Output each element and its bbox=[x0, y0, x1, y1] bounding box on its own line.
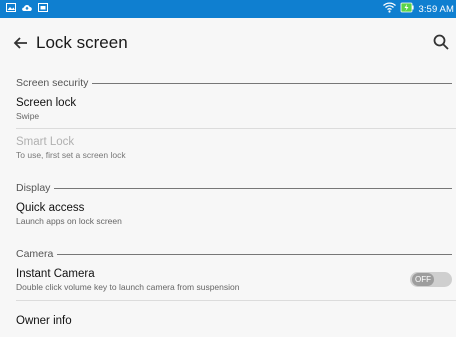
section-header-display: Display bbox=[16, 178, 456, 194]
sim-icon bbox=[38, 3, 48, 15]
status-right-icons: 3:59 AM bbox=[383, 2, 454, 16]
search-icon[interactable] bbox=[432, 33, 450, 51]
setting-quick-access[interactable]: Quick access Launch apps on lock screen bbox=[16, 202, 456, 226]
setting-subtitle: To use, first set a screen lock bbox=[16, 150, 126, 160]
section-divider bbox=[16, 254, 452, 255]
setting-title: Instant Camera bbox=[16, 268, 95, 280]
section-header-screen-security: Screen security bbox=[16, 73, 456, 89]
wifi-icon bbox=[383, 2, 397, 16]
setting-owner-info[interactable]: Owner info bbox=[16, 315, 456, 327]
instant-camera-toggle[interactable]: OFF bbox=[410, 272, 452, 287]
setting-screen-lock[interactable]: Screen lock Swipe bbox=[16, 97, 456, 121]
status-bar: 3:59 AM bbox=[0, 0, 456, 18]
setting-title: Smart Lock bbox=[16, 136, 75, 148]
section-label: Screen security bbox=[16, 77, 93, 89]
section-divider bbox=[16, 188, 452, 189]
status-left-icons bbox=[6, 3, 48, 15]
setting-title: Quick access bbox=[16, 202, 85, 214]
setting-title: Screen lock bbox=[16, 97, 77, 109]
gallery-icon bbox=[6, 3, 16, 15]
setting-subtitle: Swipe bbox=[16, 111, 40, 121]
toggle-knob: OFF bbox=[412, 273, 434, 286]
cloud-upload-icon bbox=[21, 3, 33, 15]
app-header: Lock screen bbox=[0, 18, 456, 70]
row-divider bbox=[16, 300, 456, 301]
arrow-left-icon[interactable] bbox=[12, 34, 30, 52]
setting-smart-lock: Smart Lock To use, first set a screen lo… bbox=[16, 136, 456, 160]
setting-title: Owner info bbox=[16, 315, 72, 327]
row-divider bbox=[16, 128, 456, 129]
setting-subtitle: Launch apps on lock screen bbox=[16, 216, 122, 226]
section-header-camera: Camera bbox=[16, 244, 456, 260]
setting-instant-camera[interactable]: Instant Camera Double click volume key t… bbox=[16, 268, 396, 292]
setting-subtitle: Double click volume key to launch camera… bbox=[16, 282, 240, 292]
section-label: Display bbox=[16, 182, 55, 194]
battery-charging-icon bbox=[400, 2, 415, 16]
page-title: Lock screen bbox=[36, 33, 128, 52]
status-time: 3:59 AM bbox=[418, 3, 454, 15]
section-label: Camera bbox=[16, 248, 58, 260]
